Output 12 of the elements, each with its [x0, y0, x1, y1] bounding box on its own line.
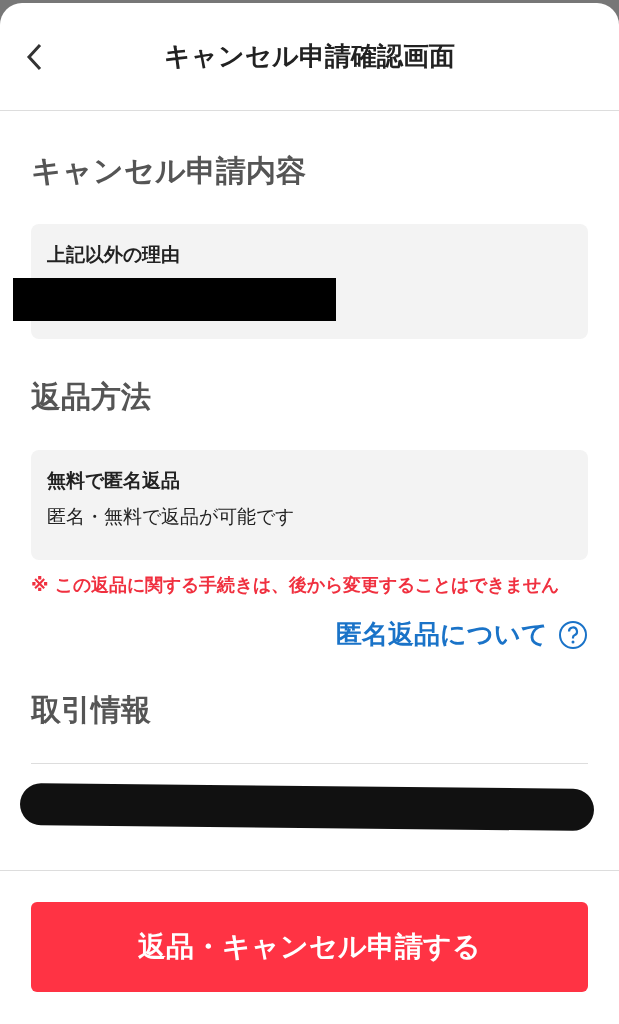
section-title: 返品方法 [31, 378, 152, 416]
help-icon [558, 619, 588, 650]
section-title: キャンセル申請内容 [31, 152, 307, 190]
card-text: 匿名・無料で返品が可能です [47, 504, 295, 529]
help-link[interactable]: 匿名返品について [336, 617, 588, 652]
back-icon [26, 43, 42, 71]
card-heading: 無料で匿名返品 [47, 468, 181, 493]
warning-note: ※ この返品に関する手続きは、後から変更することはできません [31, 573, 560, 597]
card-heading: 上記以外の理由 [47, 242, 181, 267]
screen-title: キャンセル申請確認画面 [164, 40, 455, 73]
section-title: 取引情報 [31, 691, 152, 729]
submit-button[interactable]: 返品・キャンセル申請する [31, 902, 588, 992]
